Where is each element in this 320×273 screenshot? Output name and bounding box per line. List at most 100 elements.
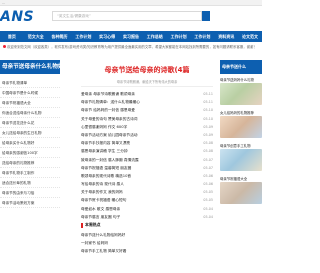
left-list-item[interactable]: 母亲节送花送什么花 [0, 118, 60, 128]
article-title[interactable]: 关于母亲的作文 我的妈妈 [81, 188, 191, 196]
hot-title[interactable]: 母亲节送什么礼物给妈妈好 [81, 231, 191, 239]
nav-item[interactable]: 工作计划 [191, 31, 215, 42]
card-image[interactable] [220, 182, 262, 204]
search-placeholder: “英文生活/健康游戏” [57, 14, 91, 18]
article-row[interactable]: 母爱如水 散文 感恩母亲 05-04 [81, 205, 213, 213]
article-row[interactable]: 母亲节手抄报内容 简单又漂亮 05-08 [81, 139, 213, 147]
article-row[interactable]: 歌颂母亲的现代诗歌 精选10首 05-06 [81, 172, 213, 180]
image-card[interactable]: 母亲节送妈妈什么礼物 [220, 77, 262, 105]
article-row[interactable]: 母亲节感言 朋友圈 句子 05-04 [81, 213, 213, 221]
article-title[interactable]: 母爱如水 散文 感恩母亲 [81, 205, 191, 213]
hot-title[interactable]: 母亲节手工礼物 简单又好看 [81, 247, 191, 255]
image-card[interactable]: 母亲节祝福语大全 [220, 176, 262, 204]
nav-item[interactable]: 工作计划 [71, 31, 95, 42]
article-date: 05-06 [203, 182, 213, 187]
left-list-item[interactable]: 母亲节活动策划方案 [0, 198, 60, 208]
article-list: 爱母亲 母亲节诗歌朗诵 歌颂母亲 05-11 母亲节礼物清单：送什么礼物最暖心 05… [81, 90, 213, 221]
left-list-item[interactable]: 母亲节祝福语大全 [0, 98, 60, 108]
nav-item[interactable]: 资料资讯 [214, 31, 238, 42]
card-image[interactable] [220, 116, 262, 138]
article-date: 05-10 [203, 108, 213, 113]
left-list-item[interactable]: 适合送长辈的礼物 [0, 178, 60, 188]
nav-item[interactable]: 各种简历 [48, 31, 72, 42]
article-date: 05-05 [203, 190, 213, 195]
card-image[interactable] [220, 83, 262, 105]
nav-item[interactable]: 范文大全 [24, 31, 48, 42]
image-card[interactable]: 女儿给妈妈的礼物推荐 [220, 110, 262, 138]
left-list-item[interactable]: 给母亲买什么礼物好 [0, 138, 60, 148]
article-row[interactable]: 母亲节活动方案 幼儿园母亲节活动 05-09 [81, 131, 213, 139]
article-date: 05-09 [203, 132, 213, 137]
notice-bar: 欢迎来到范文网（欢迎各类），软件发布/游戏资讯类/知识教育等为用户提供最全面最实… [0, 43, 262, 57]
article-date: 05-09 [203, 124, 213, 129]
article-row[interactable]: 爱母亲 母亲节诗歌朗诵 歌颂母亲 05-11 [81, 90, 213, 98]
left-list: 母亲节礼物清单 中国母亲节是什么时候 母亲节祝福语大全 你适合送给母亲什么礼物 … [0, 78, 60, 208]
site-logo[interactable]: ANS [0, 9, 34, 25]
article-title[interactable]: 爱母亲 母亲节诗歌朗诵 歌颂母亲 [81, 90, 191, 98]
article-row[interactable]: 母亲节祝福语 温馨简短 朋友圈 05-07 [81, 164, 213, 172]
article-title[interactable]: 关于母爱的诗句 赞美母亲的古诗词 [81, 115, 191, 123]
article-title[interactable]: 母亲节 给妈妈的一封信 感恩母爱 [81, 106, 191, 114]
section-bar: 本周热点 [81, 222, 213, 228]
section-bar-label: 本周热点 [85, 222, 101, 227]
main-nav: 首页 范文大全 各种简历 工作计划 实习心得 实习报告 工作总结 工作计划 工作… [0, 31, 262, 42]
article-title[interactable]: 母亲节贺卡祝福语 暖心短句 [81, 196, 191, 204]
nav-item[interactable]: 论文范文 [238, 31, 262, 42]
nav-item[interactable]: 工作计划 [167, 31, 191, 42]
divider [81, 86, 213, 87]
article-title[interactable]: 心里很感谢妈妈 作文 600字 [81, 123, 191, 131]
article-title[interactable]: 感恩母亲演讲稿 学生 三分钟 [81, 147, 191, 155]
article-date: 05-04 [203, 206, 213, 211]
search-input[interactable]: “英文生活/健康游戏” [52, 11, 202, 21]
article-title[interactable]: 歌颂母亲的现代诗歌 精选10首 [81, 172, 191, 180]
left-list-item[interactable]: 中国母亲节是什么时候 [0, 88, 60, 98]
article-title[interactable]: 母亲节礼物清单：送什么礼物最暖心 [81, 98, 191, 106]
left-list-item[interactable]: 给母亲的感谢信100字 [0, 148, 60, 158]
hot-row[interactable]: 母亲节手工礼物 简单又好看 [81, 247, 213, 255]
article-date: 05-11 [203, 92, 213, 96]
article-row[interactable]: 关于母亲的作文 我的妈妈 05-05 [81, 188, 213, 196]
nav-item[interactable]: 实习心得 [95, 31, 119, 42]
image-card[interactable]: 母亲节创意手工礼物 [220, 143, 262, 171]
article-row[interactable]: 致母亲的一封信 感人肺腑 真情流露 05-07 [81, 156, 213, 164]
article-date: 05-11 [203, 100, 213, 105]
hot-row[interactable]: 一封家书 给妈妈 [81, 239, 213, 247]
left-list-item[interactable]: 母亲节礼物手工制作 [0, 168, 60, 178]
article-row[interactable]: 母亲节贺卡祝福语 暖心短句 05-05 [81, 196, 213, 204]
article-date: 05-04 [203, 214, 213, 219]
article-date: 05-07 [203, 165, 213, 170]
article-title[interactable]: 写给母亲的诗 现代诗 感人 [81, 180, 191, 188]
center-title: 母亲节送给母亲的诗歌(4篇 [104, 66, 190, 74]
nav-item[interactable]: 首页 [0, 31, 24, 42]
article-row[interactable]: 关于母爱的诗句 赞美母亲的古诗词 05-10 [81, 115, 213, 123]
article-title[interactable]: 母亲节活动方案 幼儿园母亲节活动 [81, 131, 191, 139]
article-title[interactable]: 致母亲的一封信 感人肺腑 真情流露 [81, 156, 191, 164]
article-date: 05-10 [203, 116, 213, 121]
hot-row[interactable]: 母亲节送什么礼物给妈妈好 [81, 231, 213, 239]
card-image[interactable] [220, 149, 262, 171]
article-title[interactable]: 母亲节祝福语 温馨简短 朋友圈 [81, 164, 191, 172]
left-list-item[interactable]: 你适合送给母亲什么礼物 [0, 108, 60, 118]
center-column: 母亲节送给母亲的诗歌(4篇 母亲节诗歌朗诵，献给天下所有伟大的母亲 爱母亲 母亲… [81, 63, 213, 273]
article-row[interactable]: 写给母亲的诗 现代诗 感人 05-06 [81, 180, 213, 188]
article-date: 05-07 [203, 157, 213, 162]
left-list-item[interactable]: 母亲节礼物清单 [0, 78, 60, 88]
article-date: 05-08 [203, 141, 213, 146]
article-row[interactable]: 母亲节礼物清单：送什么礼物最暖心 05-11 [81, 98, 213, 106]
left-list-item[interactable]: 送给母亲的礼物推荐 [0, 158, 60, 168]
article-row[interactable]: 心里很感谢妈妈 作文 600字 05-09 [81, 123, 213, 131]
accent-mark [81, 222, 83, 228]
search-button[interactable] [202, 11, 210, 21]
left-column: 母亲节送母亲什么礼物好 母亲节礼物清单 中国母亲节是什么时候 母亲节祝福语大全 … [0, 60, 60, 273]
article-date: 05-06 [203, 173, 213, 178]
article-row[interactable]: 感恩母亲演讲稿 学生 三分钟 05-08 [81, 147, 213, 155]
article-title[interactable]: 母亲节手抄报内容 简单又漂亮 [81, 139, 191, 147]
nav-item[interactable]: 实习报告 [119, 31, 143, 42]
article-date: 05-05 [203, 198, 213, 203]
article-row[interactable]: 母亲节 给妈妈的一封信 感恩母爱 05-10 [81, 106, 213, 114]
left-list-item[interactable]: 女儿送给母亲的生日礼物 [0, 128, 60, 138]
hot-title[interactable]: 一封家书 给妈妈 [81, 239, 191, 247]
left-list-item[interactable]: 母亲节的由来与习俗 [0, 188, 60, 198]
nav-item[interactable]: 工作总结 [143, 31, 167, 42]
article-title[interactable]: 母亲节感言 朋友圈 句子 [81, 213, 191, 221]
